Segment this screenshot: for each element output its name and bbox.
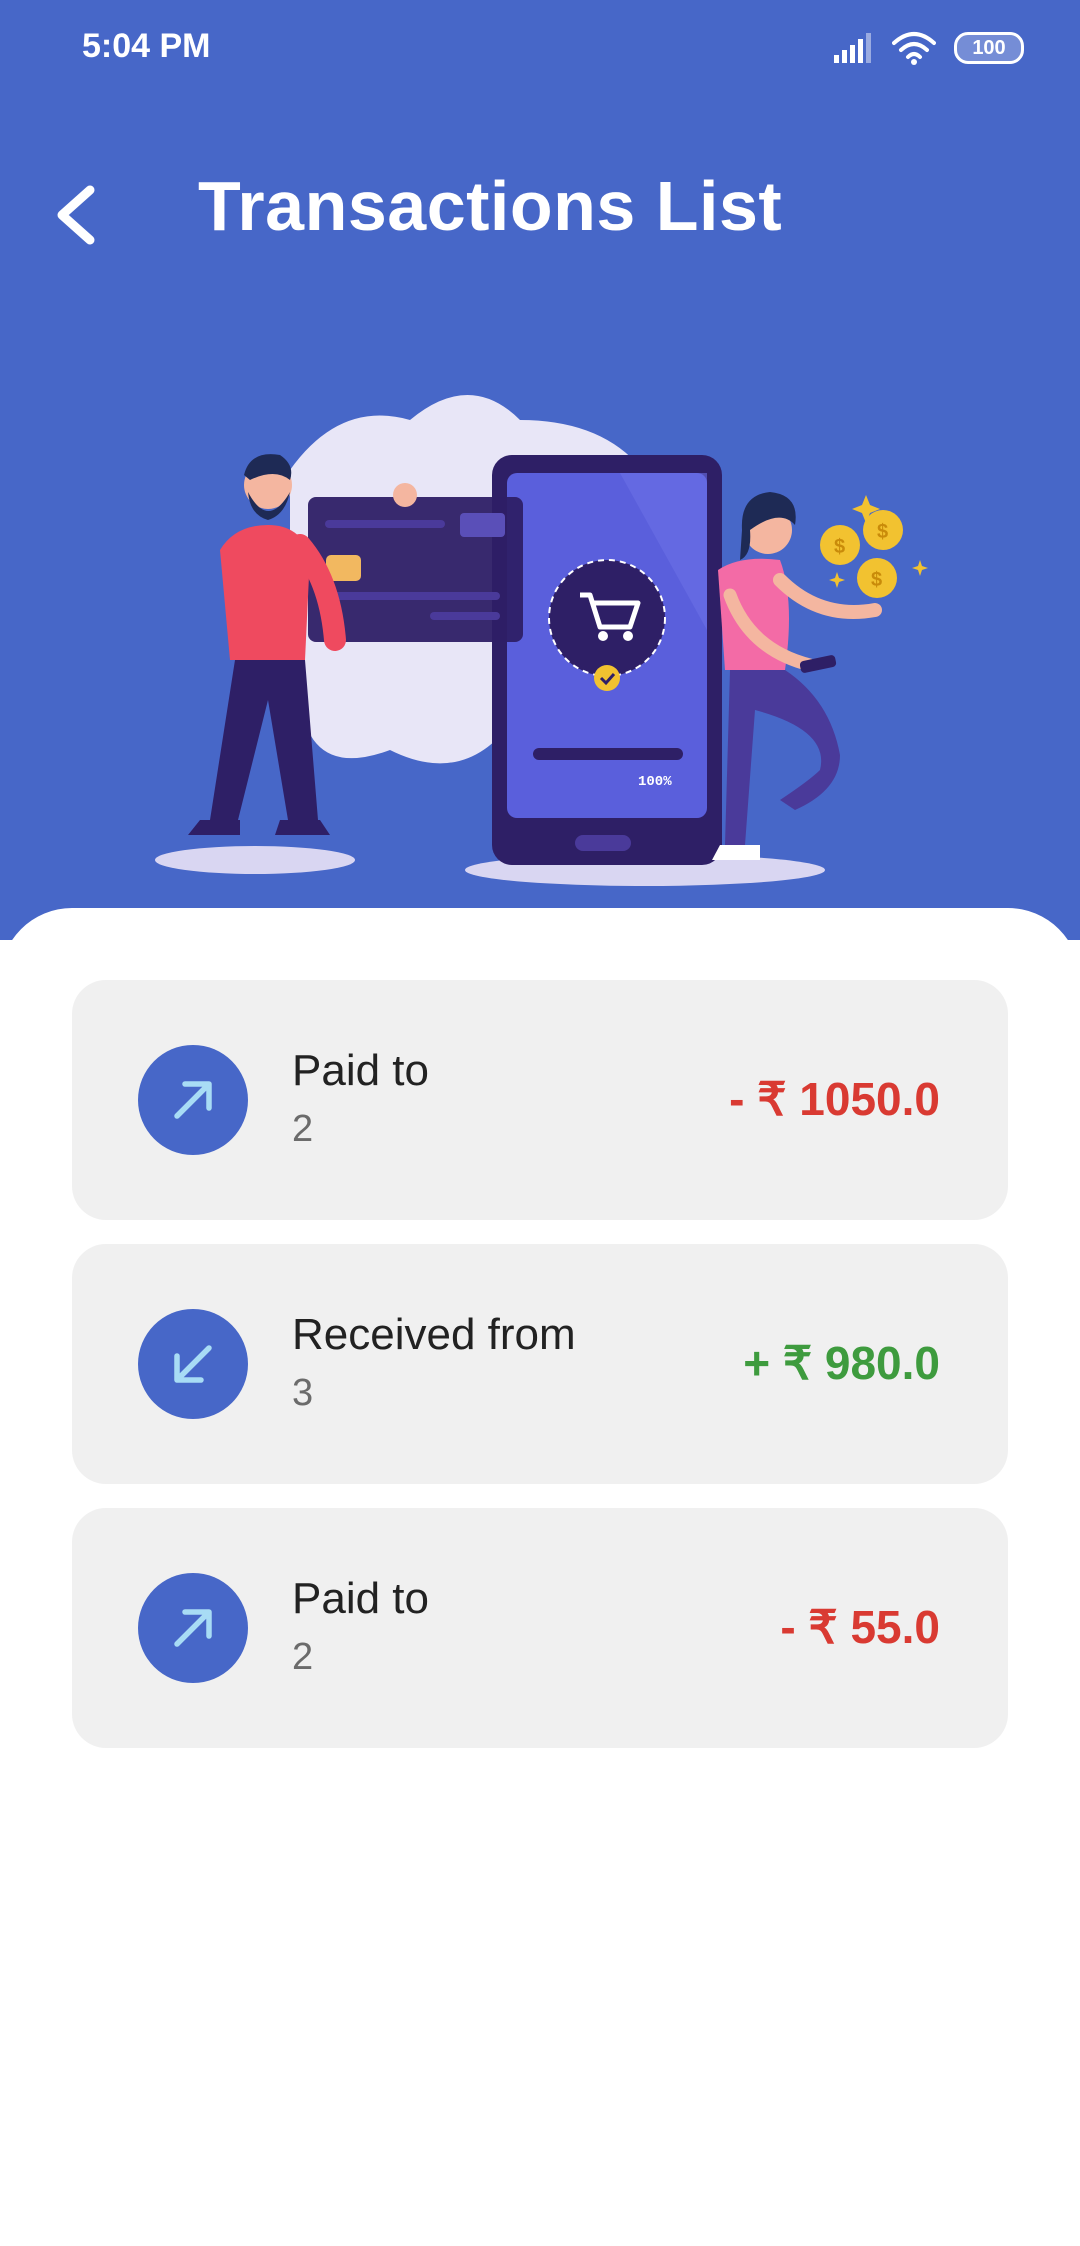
- direction-badge: [138, 1045, 248, 1155]
- transaction-item[interactable]: Paid to 2 - ₹ 1050.0: [72, 980, 1008, 1220]
- signal-icon: [834, 33, 871, 63]
- arrow-up-right-icon: [174, 1081, 212, 1119]
- svg-text:$: $: [871, 569, 882, 591]
- transaction-label: Paid to: [292, 1046, 429, 1095]
- transaction-label: Received from: [292, 1310, 576, 1359]
- direction-badge: [138, 1309, 248, 1419]
- transaction-item[interactable]: Paid to 2 - ₹ 55.0: [72, 1508, 1008, 1748]
- back-button[interactable]: [40, 170, 120, 260]
- arrow-down-left-icon: [174, 1345, 212, 1383]
- transaction-counterparty: 3: [292, 1372, 314, 1414]
- page-title: Transactions List: [198, 167, 783, 245]
- svg-text:$: $: [834, 536, 845, 558]
- header: 5:04 PM 100 Transactions List 100% $ $ $: [0, 0, 1080, 940]
- transaction-amount: + ₹ 980.0: [743, 1337, 940, 1389]
- direction-badge: [138, 1573, 248, 1683]
- transaction-counterparty: 2: [292, 1108, 314, 1150]
- status-bar: 5:04 PM 100: [0, 0, 1080, 95]
- transaction-label: Paid to: [292, 1574, 429, 1623]
- status-icons: 100: [832, 28, 1024, 68]
- transaction-amount: - ₹ 55.0: [780, 1601, 940, 1653]
- status-time: 5:04 PM: [82, 27, 211, 65]
- payment-illustration: 100% $ $ $: [155, 395, 928, 886]
- wifi-icon: [892, 32, 936, 65]
- transaction-amount: - ₹ 1050.0: [729, 1073, 940, 1125]
- transaction-counterparty: 2: [292, 1636, 314, 1678]
- battery-level: 100: [972, 36, 1006, 59]
- chevron-left-icon: [57, 185, 95, 245]
- transaction-item[interactable]: Received from 3 + ₹ 980.0: [72, 1244, 1008, 1484]
- svg-text:$: $: [877, 521, 888, 543]
- battery-icon: 100: [954, 32, 1024, 64]
- arrow-up-right-icon: [174, 1609, 212, 1647]
- transactions-sheet: Paid to 2 - ₹ 1050.0 Received from 3 + ₹…: [0, 908, 1080, 2246]
- progress-text: 100%: [638, 774, 672, 790]
